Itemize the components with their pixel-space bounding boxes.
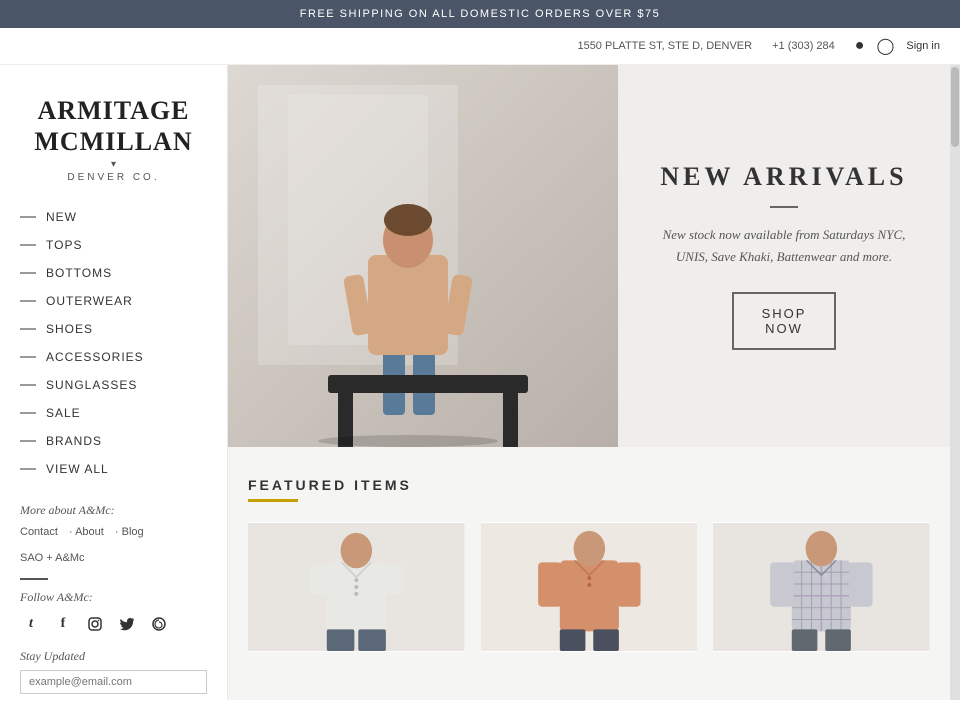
logo-area: ARMITAGE McMILLAN ▾ DENVER CO. <box>0 85 227 203</box>
nav-bullet <box>20 328 36 330</box>
nav-bullet <box>20 216 36 218</box>
nav-label-accessories: ACCESSORIES <box>46 350 144 364</box>
nav-label-tops: TOPS <box>46 238 82 252</box>
item-image-1 <box>248 522 465 652</box>
instagram-icon[interactable] <box>84 613 106 635</box>
nav-bullet <box>20 272 36 274</box>
header: 1550 PLATTE ST, STE D, DENVER +1 (303) 2… <box>0 28 960 65</box>
featured-item-3[interactable] <box>713 522 930 652</box>
nav-bullet <box>20 412 36 414</box>
item-image-3 <box>713 522 930 652</box>
email-icon[interactable] <box>148 613 170 635</box>
nav-bullet <box>20 244 36 246</box>
nav-label-brands: BRANDS <box>46 434 102 448</box>
header-address: 1550 PLATTE ST, STE D, DENVER <box>577 40 752 52</box>
cart-icon[interactable]: ◯ <box>876 36 894 56</box>
nav-label-bottoms: BOTTOMS <box>46 266 112 280</box>
blog-link[interactable]: Blog <box>122 526 144 538</box>
tumblr-icon[interactable]: t <box>20 613 42 635</box>
hero-section: NEW ARRIVALS New stock now available fro… <box>228 65 950 447</box>
sign-in-link[interactable]: Sign in <box>906 40 940 52</box>
twitter-icon[interactable] <box>116 613 138 635</box>
hero-description: New stock now available from Saturdays N… <box>648 224 920 268</box>
featured-grid <box>248 522 930 652</box>
about-label: More about A&Mc: <box>20 503 207 518</box>
nav-list: NEW TOPS BOTTOMS OUTERWEAR SHOES <box>0 203 227 483</box>
nav-label-viewall: VIEW ALL <box>46 462 109 476</box>
nav-label-new: NEW <box>46 210 77 224</box>
search-icon[interactable]: ● <box>855 37 865 55</box>
logo-sub: DENVER CO. <box>20 172 207 183</box>
top-banner: FREE SHIPPING ON ALL DOMESTIC ORDERS OVE… <box>0 0 960 28</box>
hero-title: NEW ARRIVALS <box>660 162 907 192</box>
sidebar-item-new[interactable]: NEW <box>0 203 227 231</box>
social-icons: t f <box>20 613 207 635</box>
main-nav: NEW TOPS BOTTOMS OUTERWEAR SHOES <box>0 203 227 483</box>
featured-title: FEATURED ITEMS <box>248 477 930 493</box>
sidebar-item-viewall[interactable]: VIEW ALL <box>0 455 227 483</box>
hero-image <box>228 65 618 447</box>
sidebar-item-sunglasses[interactable]: SUNGLASSES <box>0 371 227 399</box>
featured-section: FEATURED ITEMS <box>228 447 950 672</box>
hero-text: NEW ARRIVALS New stock now available fro… <box>618 65 950 447</box>
sidebar-item-outerwear[interactable]: OUTERWEAR <box>0 287 227 315</box>
shop-now-button[interactable]: SHOPNOW <box>732 292 837 350</box>
sidebar-item-accessories[interactable]: ACCESSORIES <box>0 343 227 371</box>
sidebar: ARMITAGE McMILLAN ▾ DENVER CO. NEW TOPS … <box>0 65 228 700</box>
header-icons: ● ◯ Sign in <box>855 36 940 56</box>
featured-underline <box>248 499 298 502</box>
item-image-2 <box>481 522 698 652</box>
nav-label-outerwear: OUTERWEAR <box>46 294 133 308</box>
sidebar-bottom: More about A&Mc: Contact · About · Blog … <box>0 483 227 700</box>
nav-bullet <box>20 356 36 358</box>
header-phone: +1 (303) 284 <box>772 40 835 52</box>
sidebar-item-tops[interactable]: TOPS <box>0 231 227 259</box>
banner-text: FREE SHIPPING ON ALL DOMESTIC ORDERS OVE… <box>300 8 661 20</box>
facebook-icon[interactable]: f <box>52 613 74 635</box>
sidebar-links: Contact · About · Blog <box>20 526 207 538</box>
nav-label-sale: SALE <box>46 406 81 420</box>
stay-updated-label: Stay Updated <box>20 649 207 664</box>
nav-label-sunglasses: SUNGLASSES <box>46 378 137 392</box>
logo-main: ARMITAGE McMILLAN <box>20 95 207 157</box>
sidebar-item-brands[interactable]: BRANDS <box>0 427 227 455</box>
nav-bullet <box>20 468 36 470</box>
follow-label: Follow A&Mc: <box>20 590 207 605</box>
featured-item-2[interactable] <box>481 522 698 652</box>
logo-chevron: ▾ <box>20 159 207 170</box>
nav-label-shoes: SHOES <box>46 322 93 336</box>
nav-bullet <box>20 300 36 302</box>
nav-bullet <box>20 440 36 442</box>
hero-divider <box>770 206 798 208</box>
scrollbar[interactable] <box>950 65 960 700</box>
main-content: NEW ARRIVALS New stock now available fro… <box>228 65 950 700</box>
featured-item-1[interactable] <box>248 522 465 652</box>
sao-link[interactable]: SAO + A&Mc <box>20 552 207 564</box>
sidebar-item-bottoms[interactable]: BOTTOMS <box>0 259 227 287</box>
email-input[interactable] <box>20 670 207 694</box>
contact-link[interactable]: Contact <box>20 526 58 538</box>
sidebar-divider <box>20 578 48 580</box>
about-link[interactable]: About <box>75 526 104 538</box>
layout: ARMITAGE McMILLAN ▾ DENVER CO. NEW TOPS … <box>0 65 960 700</box>
sidebar-item-sale[interactable]: SALE <box>0 399 227 427</box>
nav-bullet <box>20 384 36 386</box>
sidebar-item-shoes[interactable]: SHOES <box>0 315 227 343</box>
